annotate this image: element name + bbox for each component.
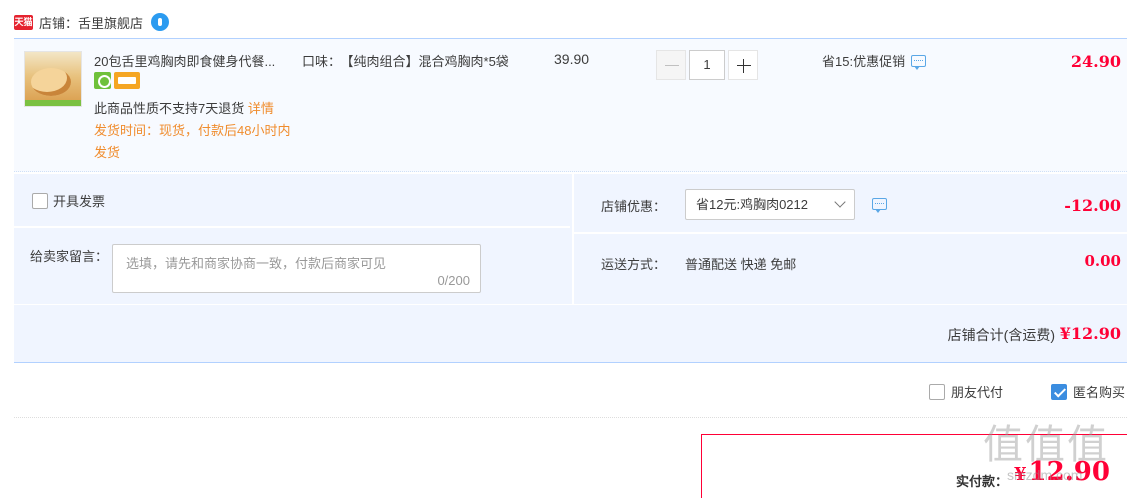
seller-message-input[interactable]: 选填，请先和商家协商一致，付款后商家可见 0/200 xyxy=(112,244,481,293)
spec-value: 【纯肉组合】混合鸡胸肉*5袋 xyxy=(347,54,509,69)
wangwang-chat-icon[interactable] xyxy=(151,13,170,31)
quantity-stepper: 1 xyxy=(656,50,758,80)
shop-discount-label: 店铺优惠： xyxy=(601,199,667,214)
payment-amount-value: 12.90 xyxy=(1028,457,1110,487)
shop-subtotal-label: 店铺合计(含运费) xyxy=(947,327,1055,343)
checkout-extras: 朋友代付 匿名购买 xyxy=(14,364,1127,418)
product-title-link[interactable]: 20包舌里鸡胸肉即食健身代餐... xyxy=(94,51,290,70)
anonymous-buy-label: 匿名购买 xyxy=(1073,385,1126,400)
invoice-checkbox[interactable] xyxy=(32,192,48,209)
shipping-method: 普通配送 快递 免邮 xyxy=(685,257,797,272)
item-total-price: 24.90 xyxy=(1070,52,1121,71)
payment-amount: ¥12.90 xyxy=(1014,457,1110,487)
return-policy-details-link[interactable]: 详情 xyxy=(248,101,274,116)
invoice-label: 开具发票 xyxy=(53,194,106,209)
shop-discount-amount: -12.00 xyxy=(1064,196,1121,215)
spec-label: 口味： xyxy=(302,54,342,69)
ship-time-text: 发货时间：现货，付款后48小时内发货 xyxy=(94,123,291,160)
credit-card-badge-icon[interactable] xyxy=(114,72,140,89)
order-options-left: 开具发票 给卖家留言： 选填，请先和商家协商一致，付款后商家可见 0/200 xyxy=(14,174,570,304)
product-spec: 口味： 【纯肉组合】混合鸡胸肉*5袋 xyxy=(302,51,514,73)
friend-pay-option[interactable]: 朋友代付 xyxy=(929,382,1003,401)
shop-discount-value: 省12元:鸡胸肉0212 xyxy=(696,197,808,212)
payment-label: 实付款： xyxy=(956,474,1009,489)
anonymous-buy-checkbox[interactable] xyxy=(1051,383,1067,400)
return-policy-text: 此商品性质不支持7天退货 xyxy=(94,101,245,116)
invoice-option[interactable]: 开具发票 xyxy=(32,191,105,210)
shop-header: 天猫 店铺： 舌里旗舰店 xyxy=(14,10,170,34)
promotion-message-icon[interactable] xyxy=(911,54,927,70)
product-thumbnail[interactable] xyxy=(24,51,82,107)
friend-pay-label: 朋友代付 xyxy=(951,385,1004,400)
tmall-logo-icon: 天猫 xyxy=(14,14,33,30)
shop-subtotal-row: 店铺合计(含运费) ¥12.90 xyxy=(14,305,1127,363)
anonymous-buy-option[interactable]: 匿名购买 xyxy=(1051,382,1125,401)
message-char-count: 0/200 xyxy=(437,273,470,288)
promotion-text: 省15:优惠促销 xyxy=(822,54,906,69)
unit-price: 39.90 xyxy=(554,51,590,67)
shipping-amount: 0.00 xyxy=(1084,252,1121,270)
decrease-quantity-button[interactable] xyxy=(656,50,686,80)
message-label: 给卖家留言： xyxy=(30,249,109,264)
order-options-panel: 开具发票 给卖家留言： 选填，请先和商家协商一致，付款后商家可见 0/200 店… xyxy=(14,174,1127,304)
shop-subtotal-amount: ¥12.90 xyxy=(1059,324,1121,343)
shipping-label: 运送方式： xyxy=(601,257,667,272)
item-promotion: 省15:优惠促销 xyxy=(822,51,927,70)
divider xyxy=(14,226,570,228)
chevron-down-icon xyxy=(834,196,846,208)
guarantee-badge-icon[interactable] xyxy=(94,72,111,89)
order-options-right: 店铺优惠： 省12元:鸡胸肉0212 -12.00 运送方式： 普通配送 快递 … xyxy=(572,174,1127,304)
increase-quantity-button[interactable] xyxy=(728,50,758,80)
service-badges xyxy=(94,72,140,89)
message-placeholder: 选填，请先和商家协商一致，付款后商家可见 xyxy=(126,256,387,271)
product-notice: 此商品性质不支持7天退货 详情 发货时间：现货，付款后48小时内发货 xyxy=(94,98,294,164)
discount-message-icon[interactable] xyxy=(872,198,887,213)
currency-symbol: ¥ xyxy=(1014,464,1027,485)
shop-discount-select[interactable]: 省12元:鸡胸肉0212 xyxy=(685,189,855,220)
payment-summary-box: 实付款： ¥12.90 xyxy=(701,434,1127,498)
cart-item-row: 20包舌里鸡胸肉即食健身代餐... 此商品性质不支持7天退货 详情 发货时间：现… xyxy=(14,38,1127,172)
divider xyxy=(574,232,1127,234)
shop-name-link[interactable]: 舌里旗舰店 xyxy=(78,13,143,32)
quantity-input[interactable]: 1 xyxy=(689,50,725,80)
friend-pay-checkbox[interactable] xyxy=(929,383,945,400)
shop-label: 店铺： xyxy=(39,15,79,31)
